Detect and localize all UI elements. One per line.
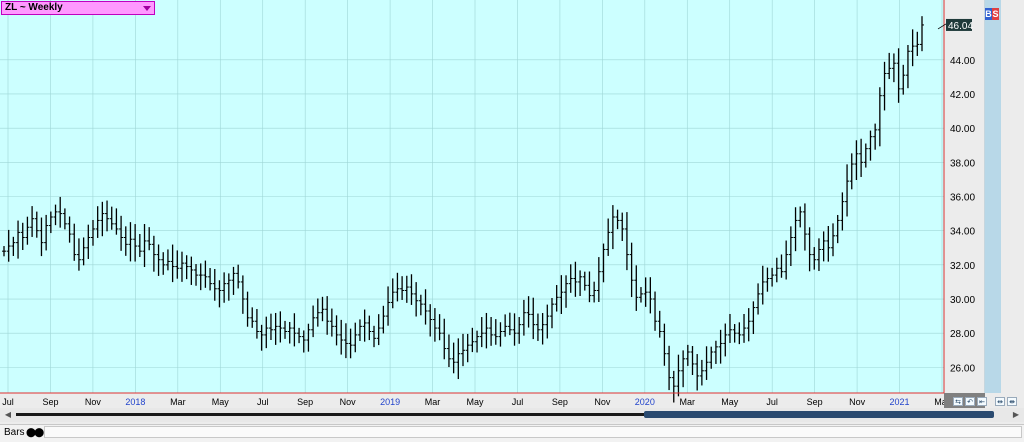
x-tick-label: 2021 [890, 397, 910, 407]
y-tick-label: 34.00 [950, 227, 975, 238]
order-panel [985, 0, 1001, 393]
sell-button[interactable]: S [992, 8, 999, 20]
x-tick-label: May [212, 397, 230, 407]
y-tick-label: 28.00 [950, 329, 975, 340]
x-tick-label: Jul [257, 397, 269, 407]
x-tick-label: Mar [425, 397, 441, 407]
scroll-track[interactable] [16, 413, 646, 416]
x-tick-label: Jul [2, 397, 14, 407]
x-tick-label: Mar [170, 397, 186, 407]
expand-icon[interactable]: ⇹ [995, 397, 1005, 406]
x-tick-label: Nov [340, 397, 357, 407]
x-tick-label: May [721, 397, 739, 407]
y-tick-label: 44.00 [950, 56, 975, 67]
y-tick-label: 42.00 [950, 90, 975, 101]
study-input-field[interactable] [44, 426, 1022, 438]
dropdown-caret-icon[interactable] [143, 6, 151, 11]
x-tick-label: Sep [297, 397, 313, 407]
x-tick-label: 2018 [125, 397, 145, 407]
price-chart[interactable]: 26.00 28.00 30.00 32.00 34.00 36.00 38.00 40.00… [0, 0, 1024, 441]
buy-button[interactable]: B [985, 8, 992, 20]
x-tick-label: Sep [552, 397, 568, 407]
y-tick-label: 32.00 [950, 261, 975, 272]
y-tick-label: 38.00 [950, 158, 975, 169]
chart-mode-label: Bars [4, 427, 25, 438]
chain-link-icon[interactable]: ⬤⬤ [26, 427, 44, 438]
link-icon[interactable]: ⇆ [953, 397, 963, 406]
x-tick-label: Sep [42, 397, 58, 407]
y-tick-label: 36.00 [950, 193, 975, 204]
x-tick-label: Jul [766, 397, 778, 407]
x-tick-label: May [466, 397, 484, 407]
zoom-out-icon[interactable]: ⇤ [977, 397, 987, 406]
symbol-label: ZL ~ Weekly [5, 2, 63, 13]
x-tick-label: 2019 [380, 397, 400, 407]
scroll-left-icon[interactable]: ◀ [3, 410, 13, 420]
x-tick-label: Jul [512, 397, 524, 407]
undo-icon[interactable]: ↶ [965, 397, 975, 406]
scroll-right-icon[interactable]: ▶ [1011, 410, 1021, 420]
y-tick-label: 40.00 [950, 124, 975, 135]
x-tick-label: 2020 [635, 397, 655, 407]
x-tick-label: Nov [594, 397, 611, 407]
x-tick-label: Sep [807, 397, 823, 407]
x-tick-label: Nov [849, 397, 866, 407]
compress-icon[interactable]: ⇼ [1007, 397, 1017, 406]
scroll-thumb[interactable] [644, 411, 994, 418]
x-tick-label: Mar [680, 397, 696, 407]
y-tick-label: 26.00 [950, 363, 975, 374]
y-tick-label: 30.00 [950, 295, 975, 306]
symbol-selector[interactable]: ZL ~ Weekly [1, 1, 155, 15]
last-price-label: 46.04 [948, 21, 973, 32]
x-tick-label: Nov [85, 397, 102, 407]
